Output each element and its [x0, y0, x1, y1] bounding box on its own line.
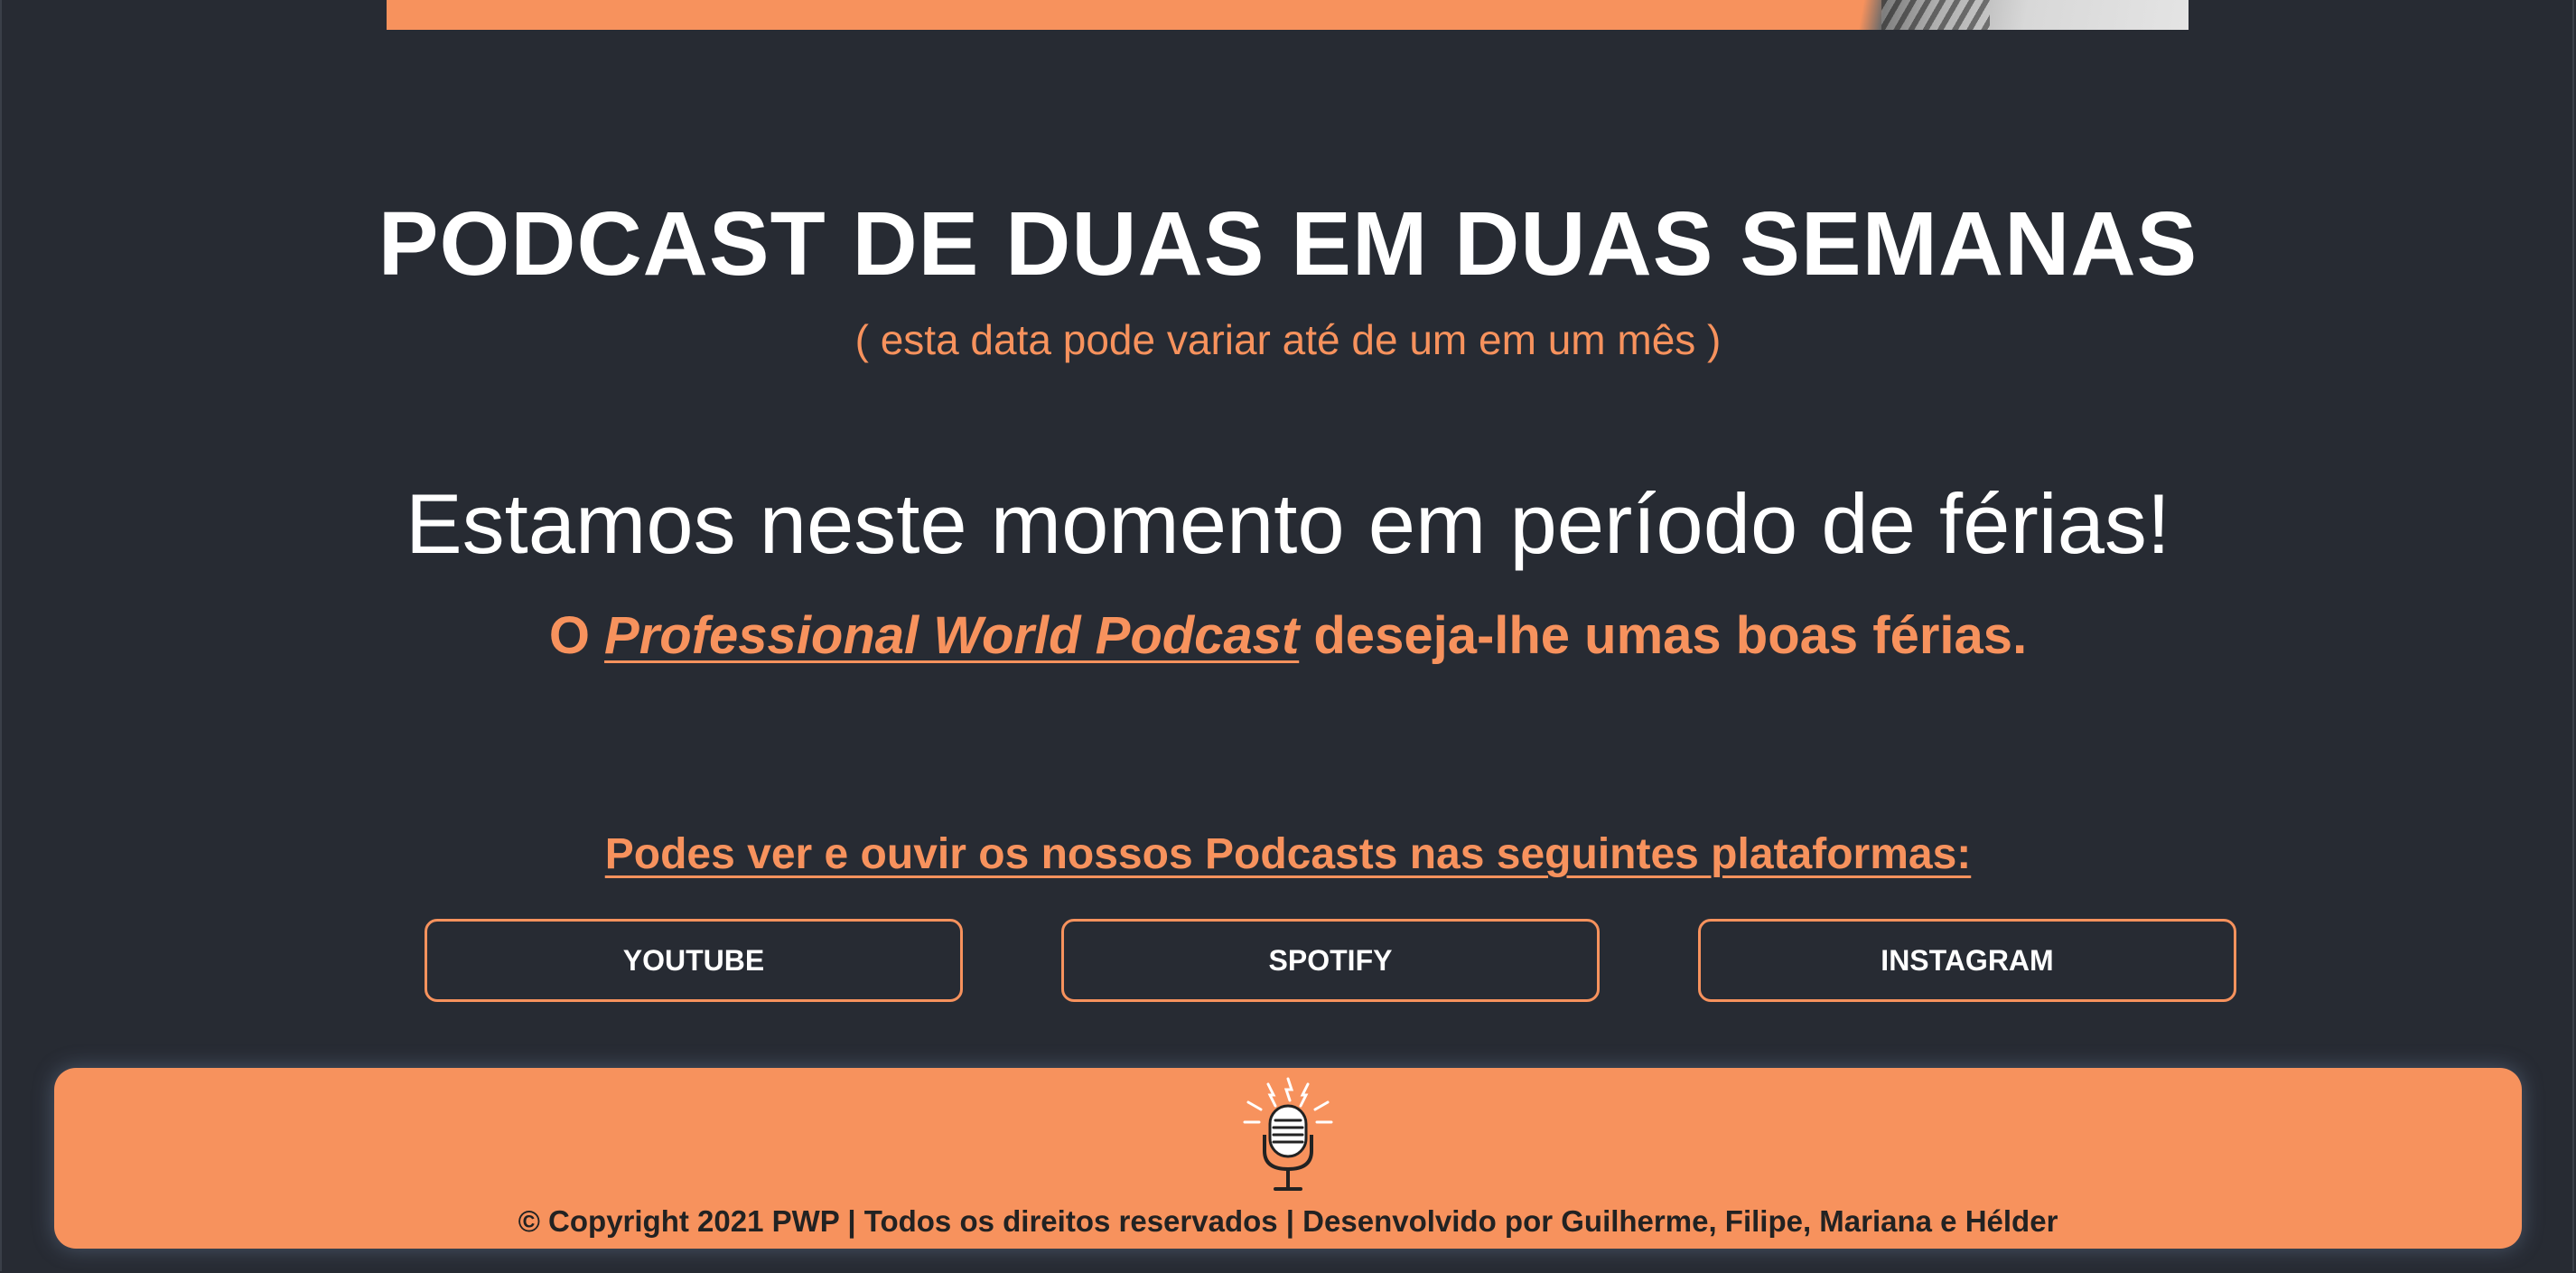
wish-prefix: O — [548, 606, 605, 665]
spotify-button[interactable]: SPOTIFY — [1061, 919, 1600, 1002]
hero-banner-bottom-edge — [387, 0, 2189, 30]
footer: © Copyright 2021 PWP | Todos os direitos… — [54, 1068, 2522, 1249]
brand-link[interactable]: Professional World Podcast — [604, 606, 1299, 665]
vacation-notice: Estamos neste momento em período de féri… — [405, 476, 2171, 571]
page-subtitle: ( esta data pode variar até de um em um … — [854, 316, 1722, 363]
page-title: PODCAST DE DUAS EM DUAS SEMANAS — [378, 193, 2198, 295]
hero-banner-photo — [1827, 0, 2189, 30]
wish-suffix: deseja-lhe umas boas férias. — [1299, 606, 2028, 665]
platforms-heading: Podes ver e ouvir os nossos Podcasts nas… — [604, 830, 1972, 878]
microphone-icon — [1243, 1077, 1333, 1191]
youtube-button[interactable]: YOUTUBE — [425, 919, 963, 1002]
copyright-text: © Copyright 2021 PWP | Todos os direitos… — [518, 1204, 2058, 1238]
instagram-button[interactable]: INSTAGRAM — [1698, 919, 2236, 1002]
vacation-wish: O Professional World Podcast deseja-lhe … — [0, 600, 2576, 672]
